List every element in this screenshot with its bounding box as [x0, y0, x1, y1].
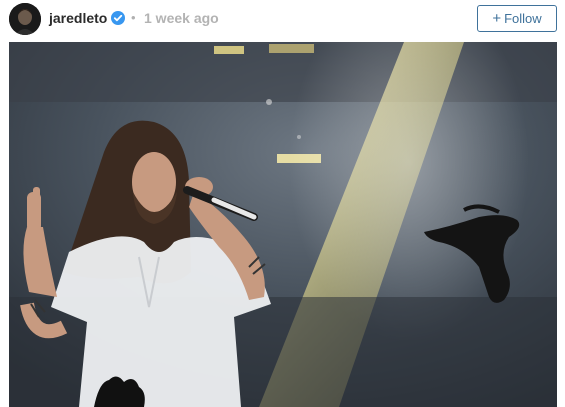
follow-button[interactable]: + Follow	[477, 5, 557, 32]
post-timestamp[interactable]: 1 week ago	[144, 10, 219, 26]
post-header: jaredleto • 1 week ago + Follow	[0, 0, 565, 38]
username[interactable]: jaredleto	[49, 10, 107, 26]
instagram-post: jaredleto • 1 week ago + Follow	[0, 0, 565, 407]
verified-badge-icon	[111, 11, 125, 25]
avatar[interactable]	[9, 3, 41, 35]
post-photo[interactable]	[9, 42, 557, 407]
follow-button-label: Follow	[504, 11, 542, 26]
concert-photo-image	[9, 42, 557, 407]
separator-dot: •	[131, 10, 136, 25]
plus-icon: +	[492, 10, 502, 27]
avatar-image	[9, 3, 41, 35]
